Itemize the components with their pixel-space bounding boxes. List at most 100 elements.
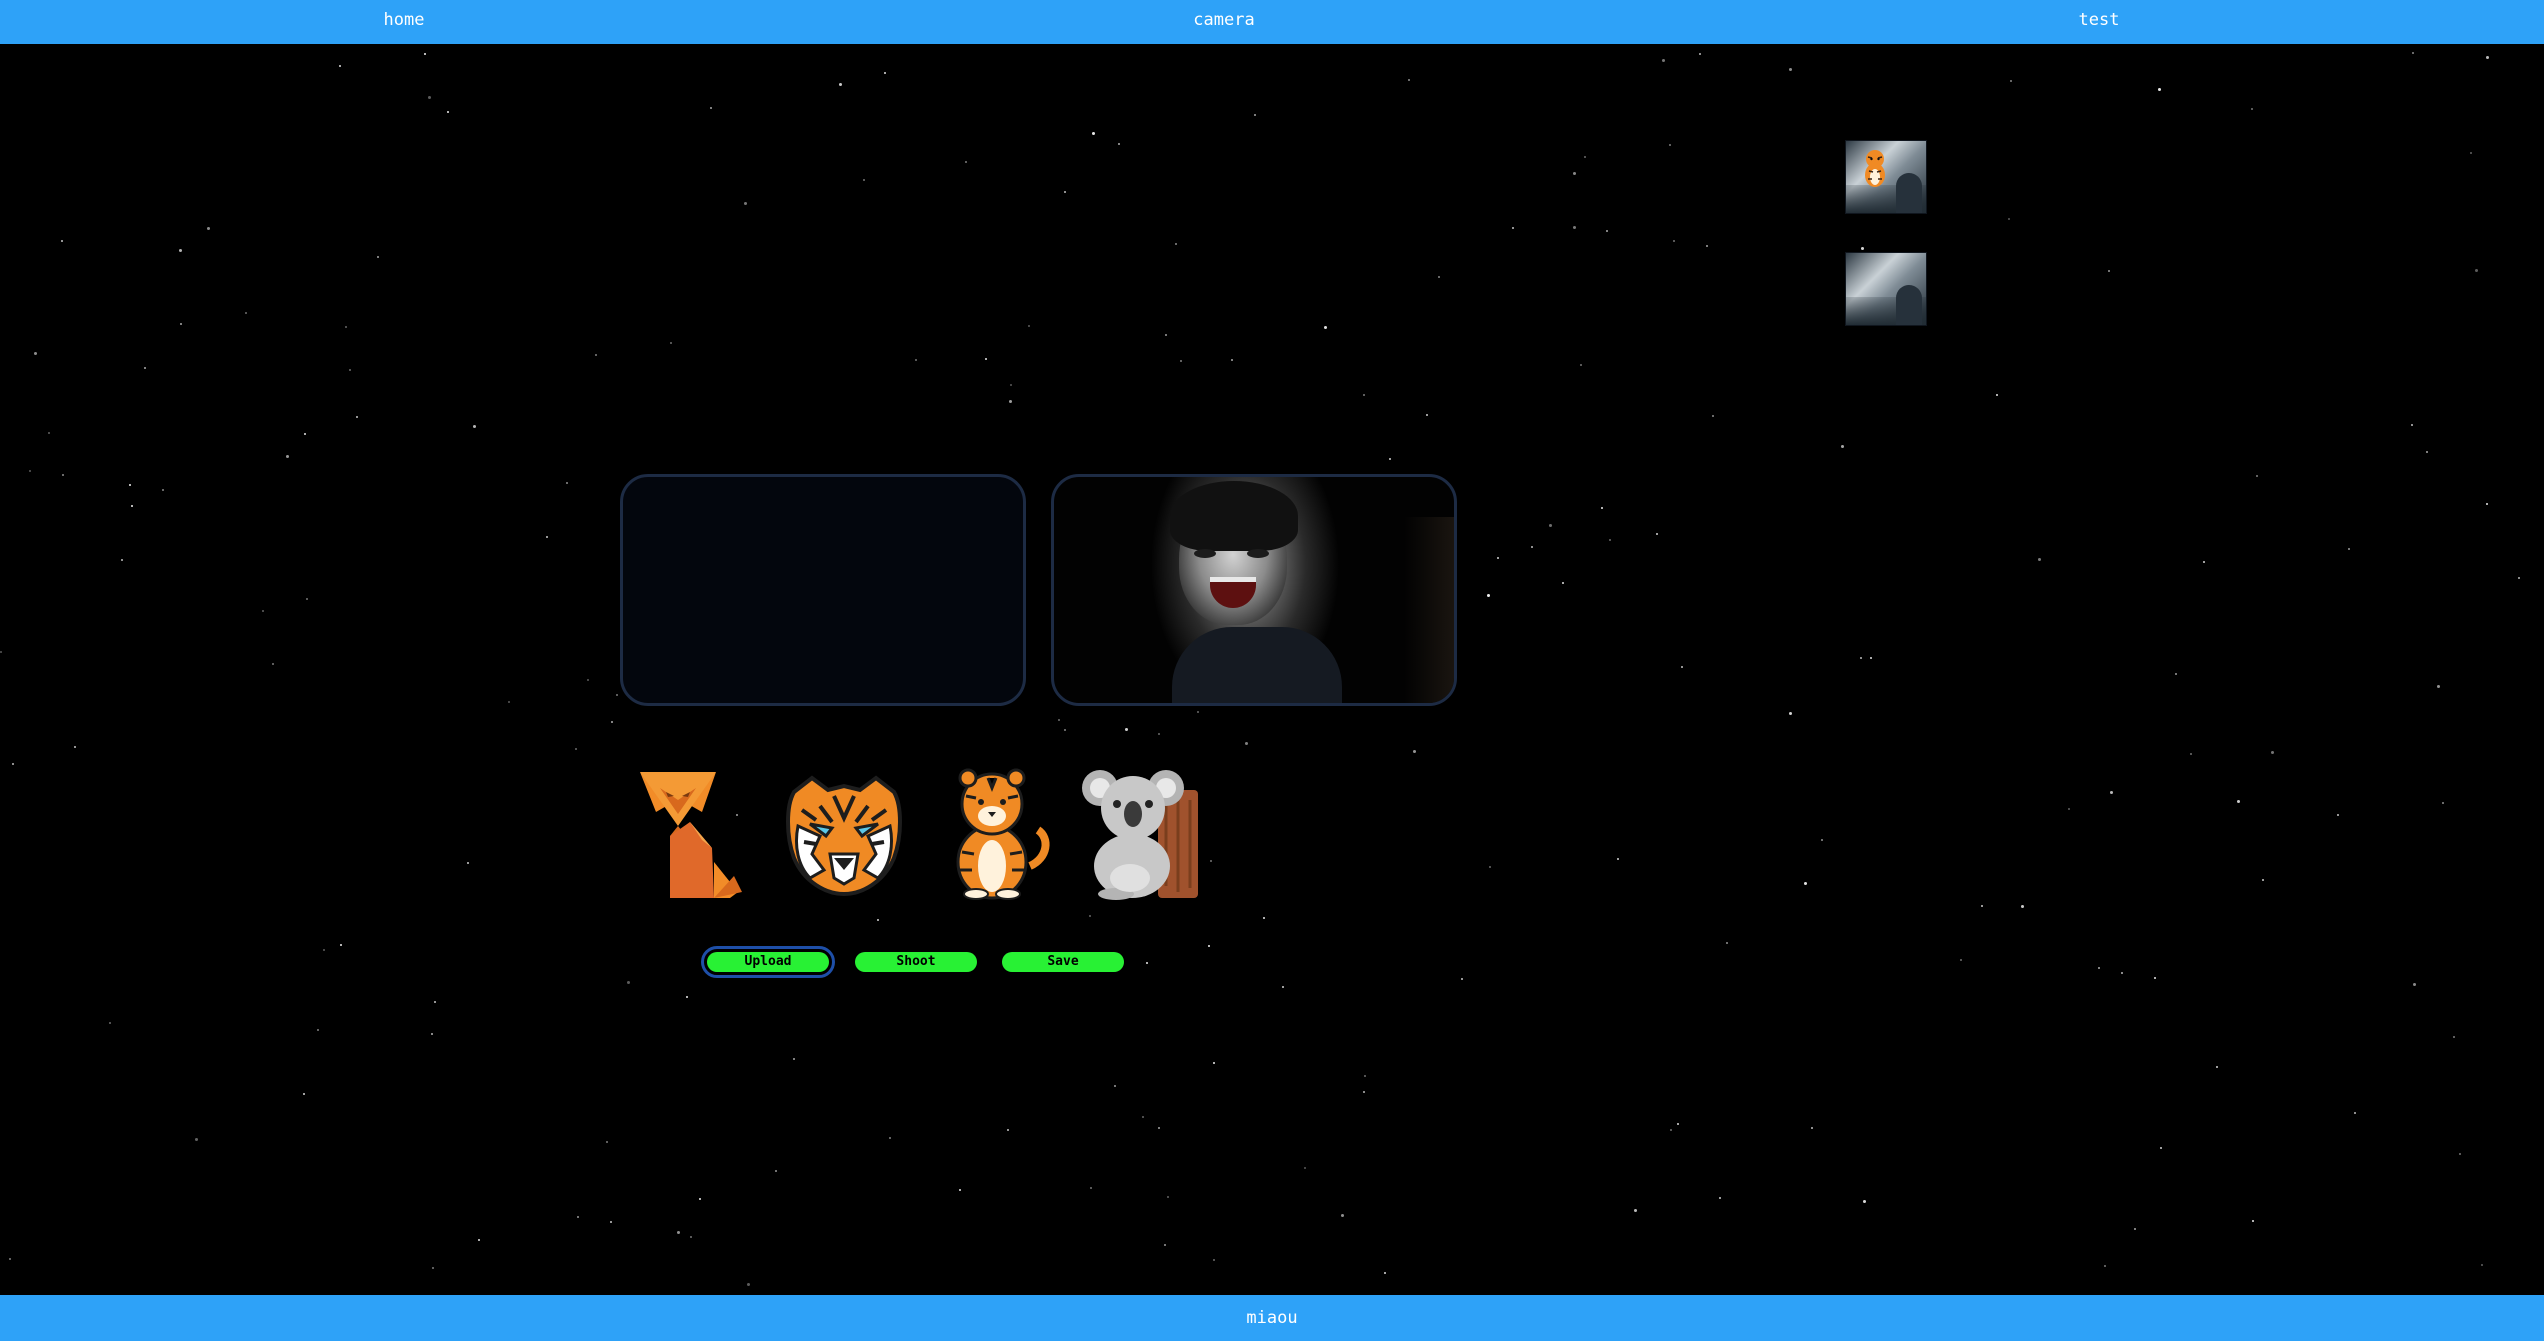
- sticker-tiger-face[interactable]: [780, 766, 908, 900]
- star: [611, 721, 613, 723]
- sticker-tiger-sitting[interactable]: [930, 766, 1058, 900]
- star: [1426, 414, 1428, 416]
- star: [2453, 1036, 2455, 1038]
- sticker-fox[interactable]: [630, 766, 758, 900]
- star: [245, 312, 247, 314]
- star: [1064, 729, 1066, 731]
- star: [2470, 152, 2472, 154]
- video-background-wall: [1404, 517, 1454, 703]
- star: [2010, 80, 2012, 82]
- star: [179, 249, 182, 252]
- star: [1601, 507, 1603, 509]
- star: [1811, 1127, 1813, 1129]
- star: [1364, 1075, 1366, 1077]
- star: [2459, 1153, 2461, 1155]
- star: [1092, 132, 1095, 135]
- star: [1804, 882, 1807, 885]
- star: [1263, 917, 1265, 919]
- star: [1089, 915, 1091, 917]
- star: [303, 1093, 305, 1095]
- tiger-face-icon: [786, 775, 902, 897]
- star: [1010, 384, 1012, 386]
- star: [699, 1198, 701, 1200]
- star: [304, 433, 306, 435]
- star: [317, 1029, 319, 1031]
- star: [1789, 712, 1792, 715]
- star: [744, 202, 747, 205]
- star: [1706, 245, 1708, 247]
- nav-link-home[interactable]: home: [384, 0, 425, 44]
- star: [2486, 503, 2488, 505]
- star: [1461, 978, 1463, 980]
- star: [2237, 800, 2240, 803]
- star: [1996, 394, 1998, 396]
- star: [262, 610, 264, 612]
- star: [377, 256, 379, 258]
- star: [48, 432, 50, 434]
- star: [627, 981, 630, 984]
- star: [959, 1189, 961, 1191]
- nav-link-test[interactable]: test: [2079, 0, 2120, 44]
- star: [1681, 666, 1683, 668]
- star: [1860, 657, 1862, 659]
- sticker-koala[interactable]: [1080, 766, 1208, 900]
- star: [286, 455, 289, 458]
- star: [2518, 577, 2520, 579]
- star: [1324, 326, 1327, 329]
- star: [1090, 1187, 1092, 1189]
- star: [863, 179, 865, 181]
- star: [587, 679, 589, 681]
- star: [1870, 657, 1872, 659]
- star: [2216, 1066, 2218, 1068]
- star: [1254, 114, 1256, 116]
- star: [323, 949, 325, 951]
- gallery-thumbnail-2[interactable]: [1845, 252, 1927, 326]
- star: [2337, 814, 2339, 816]
- star: [2104, 1265, 2106, 1267]
- star: [1960, 959, 1962, 961]
- star: [2175, 673, 2177, 675]
- star: [2475, 269, 2478, 272]
- star: [2413, 983, 2416, 986]
- star: [2068, 808, 2070, 810]
- star: [677, 1231, 680, 1234]
- star: [1656, 533, 1658, 535]
- star: [131, 505, 133, 507]
- star: [195, 1138, 198, 1141]
- star: [839, 83, 842, 86]
- star: [1213, 1259, 1215, 1261]
- star: [207, 227, 210, 230]
- star: [2108, 270, 2110, 272]
- star: [2134, 1228, 2136, 1230]
- star: [61, 240, 63, 242]
- star: [62, 474, 64, 476]
- star: [1662, 59, 1665, 62]
- star: [2251, 108, 2253, 110]
- star: [1562, 582, 1564, 584]
- save-button[interactable]: Save: [1002, 952, 1124, 972]
- star: [2437, 685, 2440, 688]
- star: [1363, 1091, 1365, 1093]
- star: [1142, 1116, 1144, 1118]
- star: [2158, 88, 2161, 91]
- shoot-button[interactable]: Shoot: [855, 952, 977, 972]
- star: [1726, 942, 1728, 944]
- nav-link-camera[interactable]: camera: [1193, 0, 1254, 44]
- koala-icon: [1082, 770, 1198, 900]
- star: [1118, 143, 1120, 145]
- star: [1863, 1200, 1866, 1203]
- thumbnail-person: [1896, 173, 1922, 213]
- star: [1158, 1127, 1160, 1129]
- star: [2412, 52, 2414, 54]
- upload-button[interactable]: Upload: [701, 946, 835, 978]
- star: [1549, 524, 1552, 527]
- star: [1789, 68, 1792, 71]
- star: [690, 1236, 692, 1238]
- star: [1573, 226, 1576, 229]
- top-nav-bar: home camera test: [0, 0, 2544, 44]
- star: [793, 1058, 795, 1060]
- star: [356, 416, 358, 418]
- star: [0, 651, 2, 653]
- gallery-thumbnail-1[interactable]: [1845, 140, 1927, 214]
- star: [2442, 802, 2444, 804]
